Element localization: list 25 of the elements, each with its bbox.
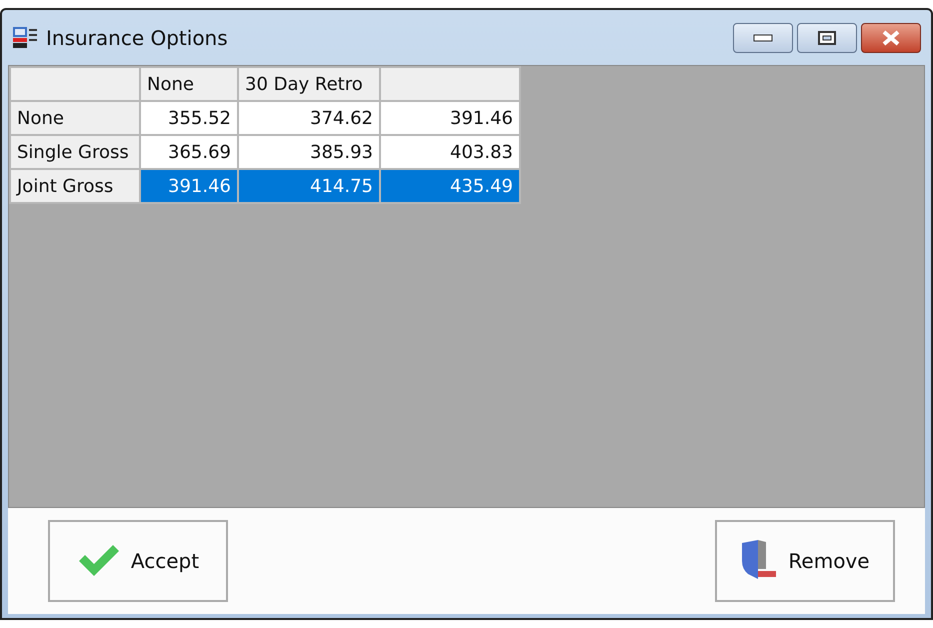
minimize-button[interactable] bbox=[733, 22, 793, 52]
app-icon bbox=[12, 26, 38, 50]
checkmark-icon bbox=[76, 543, 121, 579]
close-icon bbox=[881, 30, 901, 46]
remove-button[interactable]: Remove bbox=[715, 520, 895, 602]
minimize-icon bbox=[753, 34, 773, 42]
table-cell[interactable]: 391.46 bbox=[140, 169, 238, 203]
table-cell[interactable]: 385.93 bbox=[238, 135, 380, 169]
window-title: Insurance Options bbox=[46, 24, 228, 52]
close-button[interactable] bbox=[861, 22, 921, 52]
maximize-button[interactable] bbox=[797, 22, 857, 52]
row-header[interactable]: Single Gross bbox=[10, 135, 140, 169]
table-cell[interactable]: 435.49 bbox=[380, 169, 520, 203]
table-cell[interactable]: 403.83 bbox=[380, 135, 520, 169]
restore-icon bbox=[817, 30, 837, 46]
table-cell[interactable]: 355.52 bbox=[140, 101, 238, 135]
table-cell[interactable]: 414.75 bbox=[238, 169, 380, 203]
column-header[interactable]: 30 Day Retro bbox=[238, 67, 380, 101]
accept-button[interactable]: Accept bbox=[48, 520, 228, 602]
table-cell[interactable]: 374.62 bbox=[238, 101, 380, 135]
table-cell[interactable]: 365.69 bbox=[140, 135, 238, 169]
column-header[interactable]: None bbox=[140, 67, 238, 101]
row-header[interactable]: None bbox=[10, 101, 140, 135]
row-header[interactable]: Joint Gross bbox=[10, 169, 140, 203]
table-cell[interactable]: 391.46 bbox=[380, 101, 520, 135]
